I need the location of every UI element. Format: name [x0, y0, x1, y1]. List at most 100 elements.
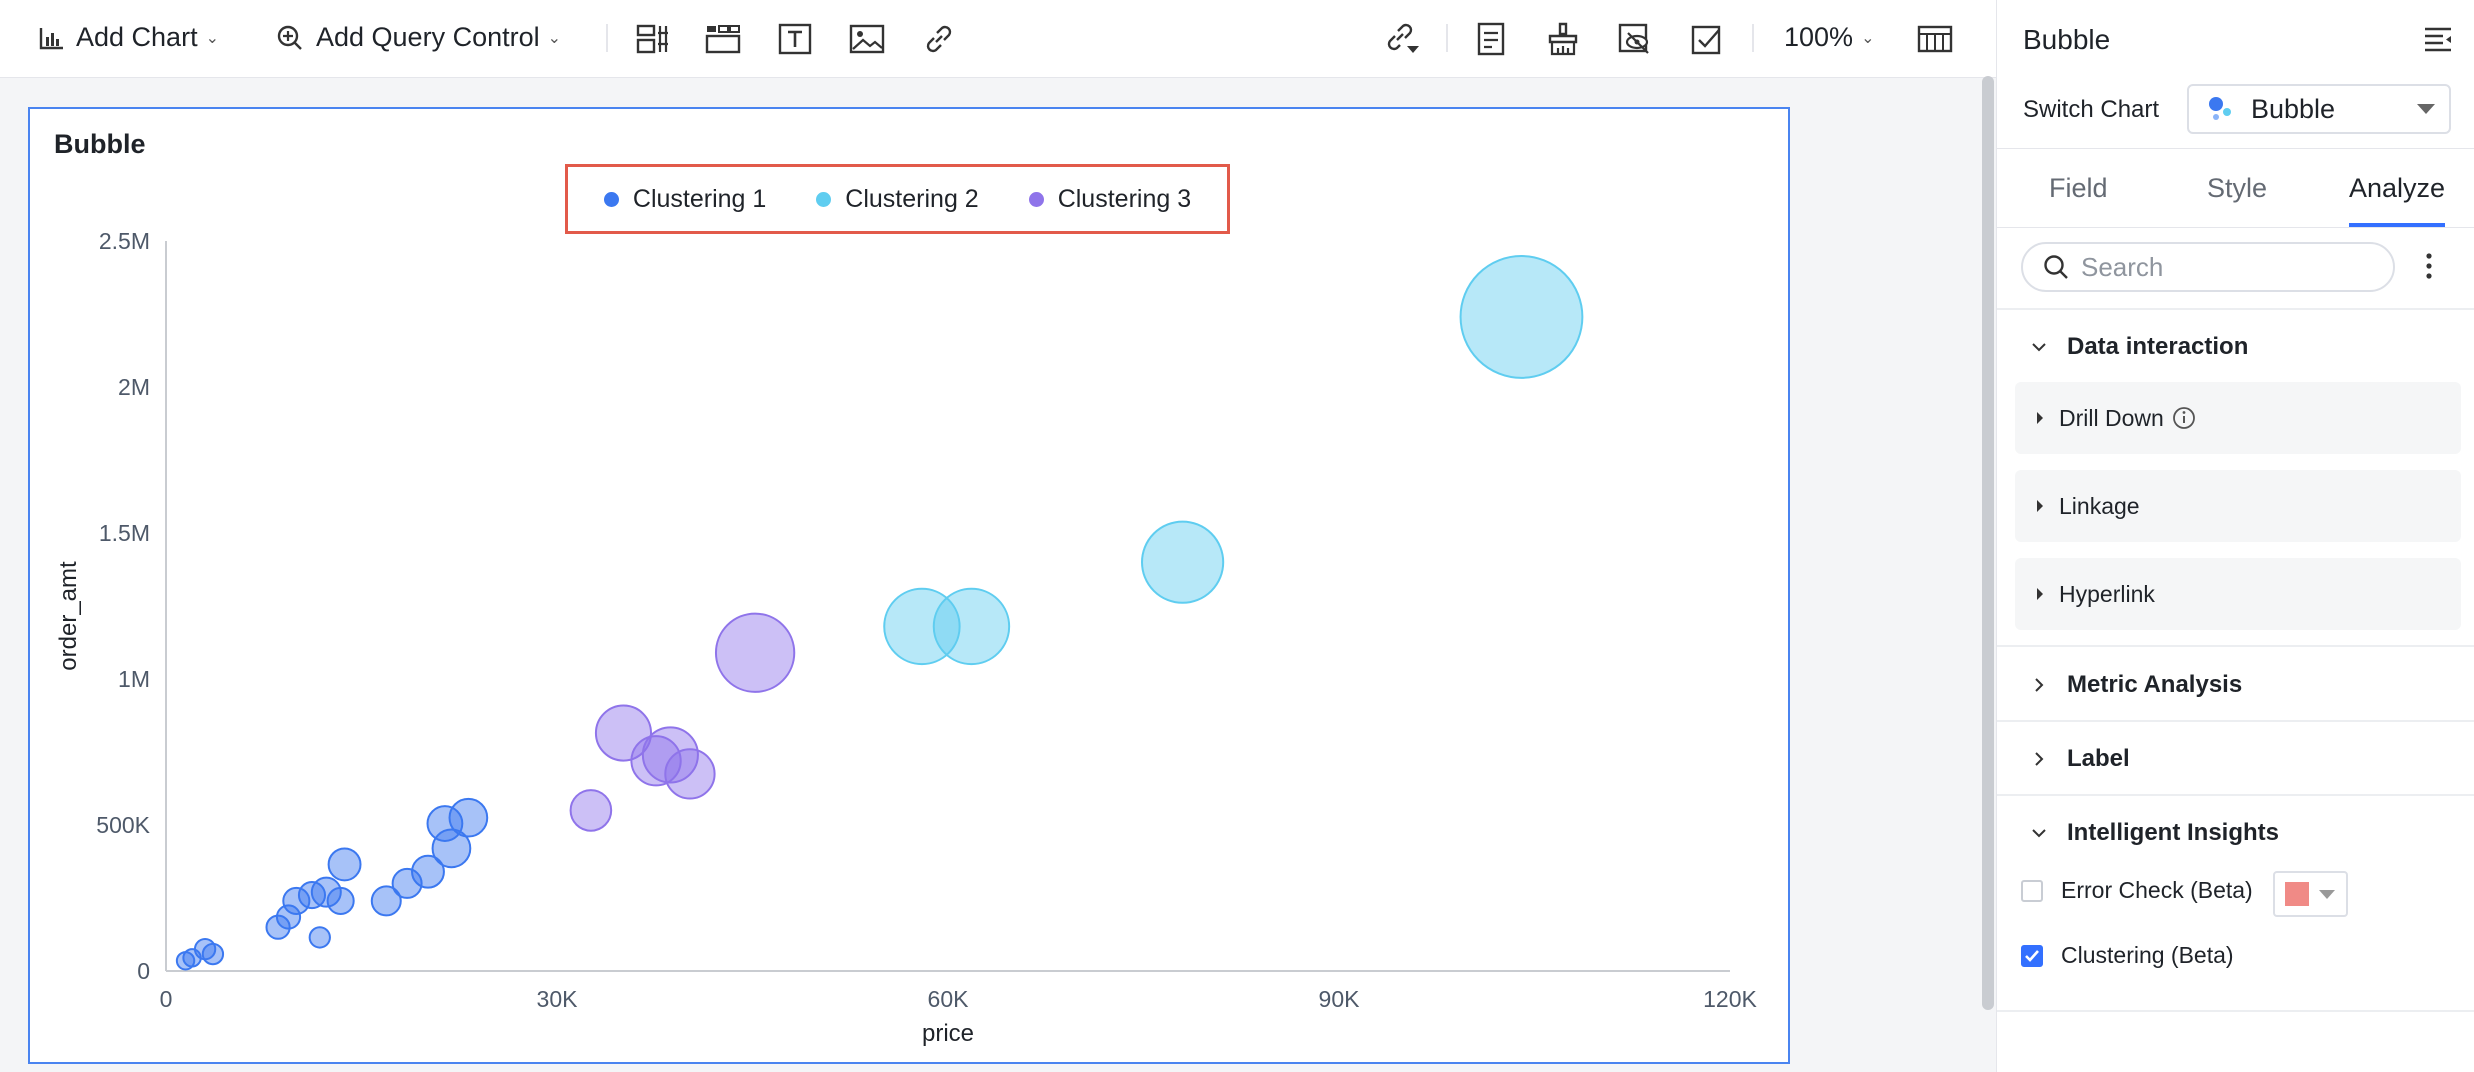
section-data-interaction-label: Data interaction — [2067, 333, 2249, 360]
add-filter-icon — [277, 25, 302, 50]
switch-chart-value: Bubble — [2251, 93, 2336, 124]
chevron-down-icon: ⌄ — [547, 29, 562, 47]
error-check-label: Error Check (Beta) — [2061, 877, 2253, 903]
caret-right-icon — [2037, 412, 2043, 424]
section-metric-analysis-label: Metric Analysis — [2067, 671, 2243, 698]
layout-icon[interactable] — [634, 20, 672, 58]
tab-analyze[interactable]: Analyze — [2349, 173, 2445, 204]
clustering-label: Clustering (Beta) — [2061, 942, 2234, 968]
bubble-point[interactable] — [1459, 255, 1584, 379]
bubble-point[interactable] — [714, 612, 796, 693]
section-label[interactable]: Label — [2031, 745, 2130, 773]
bubble-point[interactable] — [308, 926, 331, 949]
add-chart-button[interactable]: Add Chart ⌄ — [38, 22, 219, 53]
x-tick-label: 90K — [1319, 986, 1361, 1012]
zoom-value: 100% — [1784, 22, 1854, 52]
search-box[interactable] — [2021, 242, 2395, 292]
legend-label: Clustering 1 — [632, 184, 767, 213]
y-tick-label: 0 — [137, 958, 150, 984]
tab-style[interactable]: Style — [2207, 173, 2267, 204]
divider — [1997, 308, 2474, 310]
y-tick-label: 2.5M — [99, 228, 150, 254]
legend-item[interactable]: Clustering 3 — [1028, 184, 1192, 214]
clean-brush-icon[interactable] — [1544, 20, 1582, 58]
add-query-control-label: Add Query Control — [316, 22, 540, 52]
error-check-checkbox[interactable] — [2021, 879, 2043, 902]
divider — [1997, 720, 2474, 722]
bubble-point[interactable] — [327, 847, 362, 882]
toolbar-divider — [606, 24, 608, 52]
bubble-point[interactable] — [1141, 520, 1225, 604]
bubble-point[interactable] — [326, 886, 355, 915]
clustering-checkbox[interactable] — [2021, 944, 2043, 967]
bubble-point[interactable] — [569, 789, 613, 832]
bar-chart-icon — [39, 27, 63, 49]
error-check-row: Error Check (Beta) — [2021, 871, 2348, 917]
text-icon[interactable] — [776, 20, 814, 58]
y-axis-title: order_amt — [55, 561, 82, 671]
toolbar-divider — [1446, 24, 1448, 52]
error-check-color-picker[interactable] — [2273, 871, 2348, 917]
y-tick-label: 500K — [96, 812, 150, 838]
bubble-point[interactable] — [664, 748, 716, 800]
bubble-chart-card[interactable]: 0 500K 1M 1.5M 2M 2.5M 0 30K 60K 90K 120K price orde… — [28, 107, 1790, 1064]
drill-down-item[interactable]: Drill Down — [2015, 382, 2461, 454]
chevron-right-icon — [2035, 752, 2044, 766]
tab-container-icon[interactable] — [704, 20, 742, 58]
linkage-settings-icon[interactable] — [1384, 20, 1422, 58]
chevron-right-icon — [2035, 678, 2044, 692]
section-intelligent-insights[interactable]: Intelligent Insights — [2031, 819, 2279, 847]
section-intelligent-insights-label: Intelligent Insights — [2067, 819, 2280, 846]
more-options-icon[interactable] — [2425, 252, 2433, 285]
legend-item[interactable]: Clustering 1 — [603, 184, 767, 214]
toolbar: Add Chart ⌄ Add Query Control ⌄ 100% ⌄ — [0, 0, 1996, 78]
bubble-chart-icon — [2209, 97, 2231, 120]
x-tick-label: 30K — [537, 986, 579, 1012]
drill-down-label: Drill Down — [2059, 404, 2164, 431]
x-tick-label: 0 — [160, 986, 173, 1012]
config-panel: Bubble Switch Chart Bubble Field Style A… — [1996, 0, 2474, 1072]
y-tick-label: 1M — [118, 666, 150, 692]
chevron-down-icon: ⌄ — [205, 29, 219, 47]
bubble-chart-plot: 0 500K 1M 1.5M 2M 2.5M 0 30K 60K 90K 120K price orde… — [55, 228, 1758, 1047]
switch-chart-label: Switch Chart — [2023, 96, 2160, 123]
tab-field[interactable]: Field — [2049, 173, 2108, 204]
add-query-control-button[interactable]: Add Query Control ⌄ — [276, 22, 561, 53]
chart-title: Bubble — [54, 129, 146, 159]
canvas-scrollbar[interactable] — [1982, 76, 1994, 1010]
check-report-icon[interactable] — [1688, 20, 1726, 58]
bubble-point[interactable] — [201, 942, 225, 966]
linkage-item[interactable]: Linkage — [2015, 470, 2461, 542]
legend-label: Clustering 3 — [1057, 184, 1192, 213]
bubble-point[interactable] — [932, 587, 1011, 666]
section-metric-analysis[interactable]: Metric Analysis — [2031, 671, 2242, 699]
chevron-down-icon — [2032, 343, 2046, 352]
hyperlink-item[interactable]: Hyperlink — [2015, 558, 2461, 630]
panel-tabs: Field Style Analyze — [1997, 148, 2474, 228]
caret-right-icon — [2037, 588, 2043, 600]
zoom-dropdown[interactable]: 100% ⌄ — [1784, 22, 1874, 53]
report-icon[interactable] — [1472, 20, 1510, 58]
divider — [1997, 794, 2474, 796]
panel-title: Bubble — [2023, 24, 2111, 55]
hide-view-icon[interactable] — [1616, 20, 1654, 58]
toolbar-divider — [1752, 24, 1754, 52]
switch-chart-select[interactable]: Bubble — [2187, 84, 2451, 134]
section-data-interaction[interactable]: Data interaction — [2031, 333, 2248, 361]
section-label-label: Label — [2067, 745, 2130, 772]
legend-item[interactable]: Clustering 2 — [816, 184, 979, 214]
search-input[interactable] — [2081, 251, 2361, 283]
chevron-down-icon — [2032, 829, 2046, 838]
bubble-point[interactable] — [448, 797, 489, 838]
search-icon — [2044, 255, 2068, 279]
legend-marker — [603, 191, 619, 207]
add-chart-label: Add Chart — [76, 22, 198, 52]
clustering-row: Clustering (Beta) — [2021, 942, 2234, 969]
active-tab-indicator — [2349, 223, 2445, 227]
legend-label: Clustering 2 — [845, 184, 979, 213]
info-icon[interactable] — [2172, 406, 2196, 430]
image-icon[interactable] — [848, 20, 886, 58]
table-view-icon[interactable] — [1916, 20, 1954, 58]
link-icon[interactable] — [920, 20, 958, 58]
collapse-panel-icon[interactable] — [2423, 26, 2453, 57]
